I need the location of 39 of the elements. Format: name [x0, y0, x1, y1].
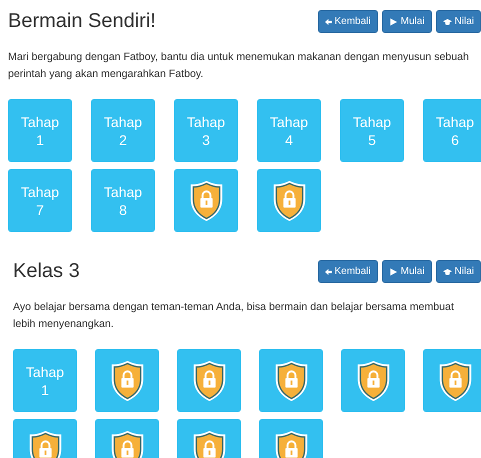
section-description: Ayo belajar bersama dengan teman-teman Anda, bisa bermain dan belajar bersama membuat lebih menyenangkan. — [13, 300, 455, 332]
locked-stage-tile[interactable] — [423, 349, 481, 412]
section-title: Kelas 3 — [13, 260, 80, 283]
stage-tile[interactable]: Tahap 8 — [91, 169, 155, 232]
locked-shield-icon — [188, 180, 224, 222]
section-description: Mari bergabung dengan Fatboy, bantu dia untuk menemukan makanan dengan menyusun sebuah perintah yang akan mengarahkan Fatboy. — [8, 50, 470, 82]
nav-button[interactable]: Nilai — [436, 10, 481, 33]
stage-tile[interactable]: Tahap 3 — [174, 99, 238, 162]
nav-button[interactable]: Kembali — [318, 260, 378, 283]
stage-tile[interactable]: Tahap 2 — [91, 99, 155, 162]
arrow-left-icon — [324, 18, 332, 26]
nav-button[interactable]: Mulai — [382, 10, 432, 33]
play-icon — [388, 268, 398, 276]
locked-shield-icon — [272, 180, 306, 222]
stage-tile[interactable]: Tahap 5 — [340, 99, 404, 162]
nav-button[interactable]: Nilai — [436, 260, 481, 283]
locked-shield-icon — [356, 360, 390, 402]
locked-shield-icon — [438, 360, 472, 402]
graduation-cap-icon — [442, 268, 452, 276]
graduation-cap-icon — [442, 18, 452, 26]
stage-tile[interactable]: Tahap 7 — [8, 169, 72, 232]
locked-shield-icon — [274, 360, 308, 402]
locked-stage-tile[interactable] — [174, 169, 238, 232]
arrow-left-icon — [324, 268, 332, 276]
locked-stage-tile[interactable] — [95, 349, 159, 412]
nav-button[interactable]: Mulai — [382, 260, 432, 283]
play-icon — [388, 18, 398, 26]
stage-tile[interactable]: Tahap 1 — [13, 349, 77, 412]
locked-stage-tile[interactable] — [257, 169, 321, 232]
stage-tile[interactable]: Tahap 1 — [8, 99, 72, 162]
locked-stage-tile[interactable] — [259, 349, 323, 412]
section-title: Bermain Sendiri! — [8, 10, 156, 33]
locked-stage-tile[interactable] — [177, 349, 241, 412]
nav-button[interactable]: Kembali — [318, 10, 378, 33]
locked-stage-tile[interactable] — [341, 349, 405, 412]
stage-tile[interactable]: Tahap 6 — [423, 99, 481, 162]
locked-shield-icon — [110, 360, 144, 402]
stage-tile[interactable]: Tahap 4 — [257, 99, 321, 162]
locked-shield-icon — [192, 360, 226, 402]
